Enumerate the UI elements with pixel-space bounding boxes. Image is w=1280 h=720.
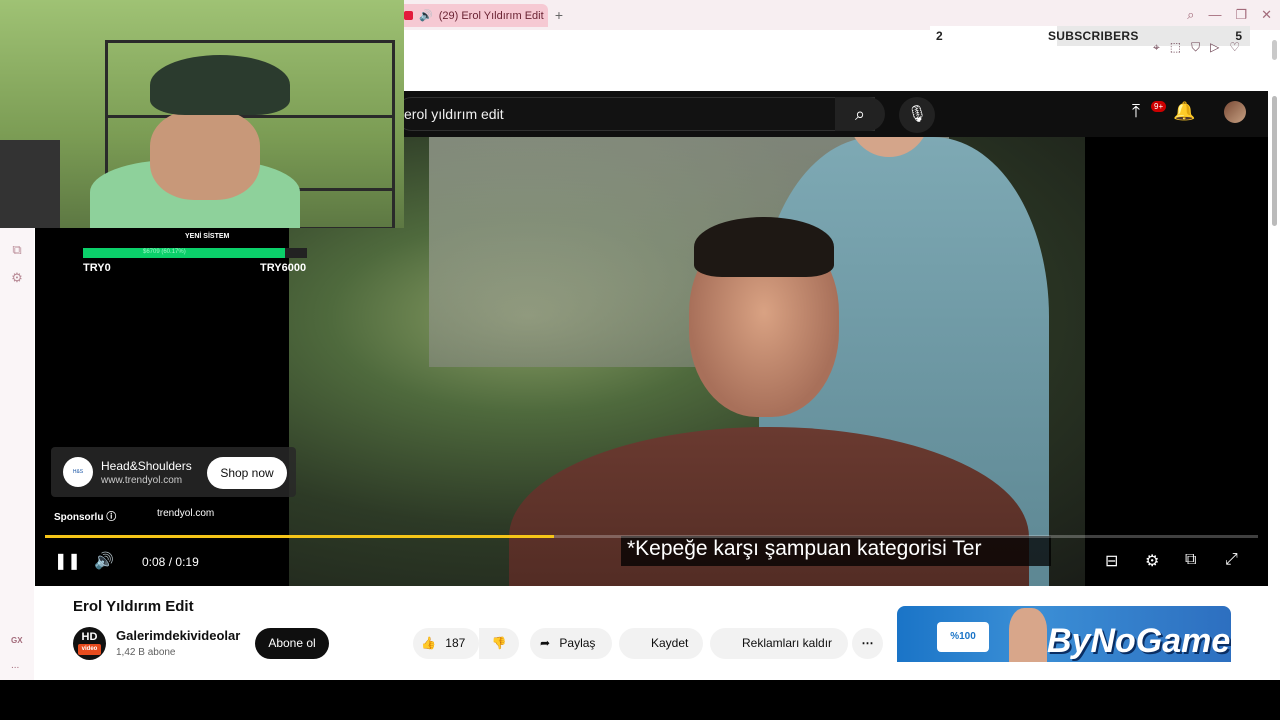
gx-label[interactable]: GX xyxy=(11,636,23,645)
search-input[interactable]: erol yıldırım edit ✕ xyxy=(395,97,875,131)
sponsor-goal-progress: $6709 (60.17%) xyxy=(143,249,186,255)
shop-now-button[interactable]: Shop now xyxy=(207,457,287,489)
extension-icons: ⌖ ⬚ ⛉ ▷ ♡ xyxy=(1153,40,1240,55)
webcam-shelf-line xyxy=(105,115,395,118)
sponsor-goal-start: TRY0 xyxy=(83,262,111,274)
recommended-thumbnail-person xyxy=(1009,608,1047,662)
user-avatar[interactable] xyxy=(1224,101,1246,123)
channel-name[interactable]: Galerimdekivideolar xyxy=(116,628,240,643)
maximize-icon[interactable]: ❐ xyxy=(1235,7,1247,23)
settings-gear-icon[interactable]: ⚙ xyxy=(1145,551,1159,571)
dislike-button[interactable]: 👎 xyxy=(479,628,519,659)
recommended-brand: ByNoGame xyxy=(1047,622,1231,660)
time-current: 0:08 xyxy=(142,555,166,569)
video-person-seated-hair xyxy=(694,217,834,277)
video-frame[interactable] xyxy=(289,137,1085,586)
remove-ads-label: Reklamları kaldır xyxy=(742,636,833,650)
webcam-person-face xyxy=(150,110,260,200)
subscriber-goal-start: 2 xyxy=(936,29,943,43)
webcam-overlay xyxy=(0,0,404,228)
bell-icon[interactable]: 🔔 xyxy=(1173,101,1195,122)
new-tab-button[interactable]: + xyxy=(552,8,566,22)
tab-title: (29) Erol Yıldırım Edit xyxy=(438,9,544,22)
sponsor-goal-title: YENİ SİSTEM xyxy=(185,233,230,240)
save-button[interactable]: Kaydet xyxy=(619,628,703,659)
video-subtitle: *Kepeğe karşı şampuan kategorisi Ter xyxy=(621,536,1051,566)
progress-fill xyxy=(45,535,555,538)
ad-panel xyxy=(35,228,289,586)
remove-ads-button[interactable]: Reklamları kaldır xyxy=(710,628,848,659)
thumbs-up-icon: 👍 xyxy=(421,636,436,650)
miniplayer-icon[interactable]: ⧉ xyxy=(1185,551,1196,569)
webcam-person-cap xyxy=(150,55,290,115)
speaker-icon[interactable]: 🔊 xyxy=(419,9,433,22)
pin-icon[interactable]: ⌖ xyxy=(1153,40,1160,55)
channel-avatar[interactable]: HD video xyxy=(73,627,106,660)
advertiser-url: www.trendyol.com xyxy=(101,475,183,486)
sponsored-label[interactable]: Sponsorlu ⓘ xyxy=(54,508,116,523)
screen: 🔊 (29) Erol Yıldırım Edit + ⌕ — ❐ ✕ 2 SU… xyxy=(0,0,1280,720)
webcam-shelf-line xyxy=(105,40,395,43)
progress-bar[interactable] xyxy=(45,535,1258,538)
sponsor-goal-remaining xyxy=(285,248,307,258)
browser-sidebar: ⧉ ⚙ xyxy=(0,228,34,680)
upload-icon[interactable]: ⤒ xyxy=(1132,101,1140,122)
extensions-icon[interactable]: ⧉ xyxy=(9,242,25,258)
heart-icon[interactable]: ♡ xyxy=(1229,40,1240,55)
recommended-video-info xyxy=(897,662,1231,680)
more-actions-button[interactable]: ⋯ xyxy=(852,628,883,659)
sponsored-text: Sponsorlu xyxy=(54,512,104,523)
browser-tab-active[interactable]: 🔊 (29) Erol Yıldırım Edit xyxy=(398,4,548,27)
pause-icon[interactable]: ❚❚ xyxy=(54,551,81,571)
thumbs-down-icon: 👎 xyxy=(491,636,507,650)
taskbar-area xyxy=(0,680,1280,720)
sponsored-domain[interactable]: trendyol.com xyxy=(157,508,214,519)
search-icon[interactable]: ⌕ xyxy=(1187,7,1194,23)
info-icon[interactable]: ⓘ xyxy=(106,512,116,523)
recommended-video-thumbnail[interactable]: %100 ByNoGame xyxy=(897,606,1231,662)
webcam-chair xyxy=(0,140,60,228)
advertiser-name: Head&Shoulders xyxy=(101,459,192,473)
subscriber-goal-label: SUBSCRIBERS xyxy=(1048,29,1139,43)
browser-scrollbar-thumb[interactable] xyxy=(1272,40,1277,60)
settings-icon[interactable]: ⚙ xyxy=(9,270,25,286)
share-button[interactable]: ➦ Paylaş xyxy=(530,628,612,659)
channel-subscriber-count: 1,42 B abone xyxy=(116,647,176,658)
screenshot-icon[interactable]: ⬚ xyxy=(1170,40,1181,55)
advertiser-logo: H&S xyxy=(63,457,93,487)
play-icon[interactable]: ▷ xyxy=(1210,40,1219,55)
more-actions-icon: ⋯ xyxy=(861,636,874,650)
close-icon[interactable]: ✕ xyxy=(1261,7,1272,23)
share-label: Paylaş xyxy=(559,636,596,650)
youtube-favicon-icon xyxy=(404,11,413,20)
recommended-badge: %100 xyxy=(937,622,989,652)
search-button[interactable]: ⌕ xyxy=(835,97,885,131)
share-icon: ➦ xyxy=(540,636,551,650)
like-button[interactable]: 👍 187 xyxy=(413,628,479,659)
time-total: 0:19 xyxy=(175,555,199,569)
sponsor-goal-bar: $6709 (60.17%) xyxy=(83,248,285,258)
search-query: erol yıldırım edit xyxy=(404,106,504,122)
channel-avatar-top: HD xyxy=(81,631,98,643)
video-title: Erol Yıldırım Edit xyxy=(73,598,194,615)
save-label: Kaydet xyxy=(651,636,689,650)
minimize-icon[interactable]: — xyxy=(1208,7,1221,23)
fullscreen-icon[interactable]: ⤢ xyxy=(1225,551,1238,569)
more-icon[interactable]: ... xyxy=(11,660,19,671)
like-count: 187 xyxy=(445,636,466,650)
microphone-icon[interactable]: 🎙 xyxy=(899,97,935,133)
shield-icon[interactable]: ⛉ xyxy=(1191,40,1200,55)
volume-icon[interactable]: 🔊 xyxy=(94,551,114,571)
scrollbar-thumb[interactable] xyxy=(1272,96,1277,226)
subscribe-button[interactable]: Abone ol xyxy=(255,628,329,659)
window-controls: ⌕ — ❐ ✕ xyxy=(1187,7,1272,23)
notification-badge: 9+ xyxy=(1151,101,1167,112)
channel-avatar-bottom: video xyxy=(78,644,101,655)
sponsor-goal-end: TRY6000 xyxy=(260,262,307,274)
subtitles-icon[interactable]: ⊟ xyxy=(1105,551,1118,571)
time-display: 0:08 / 0:19 xyxy=(142,555,199,569)
time-separator: / xyxy=(168,555,173,569)
